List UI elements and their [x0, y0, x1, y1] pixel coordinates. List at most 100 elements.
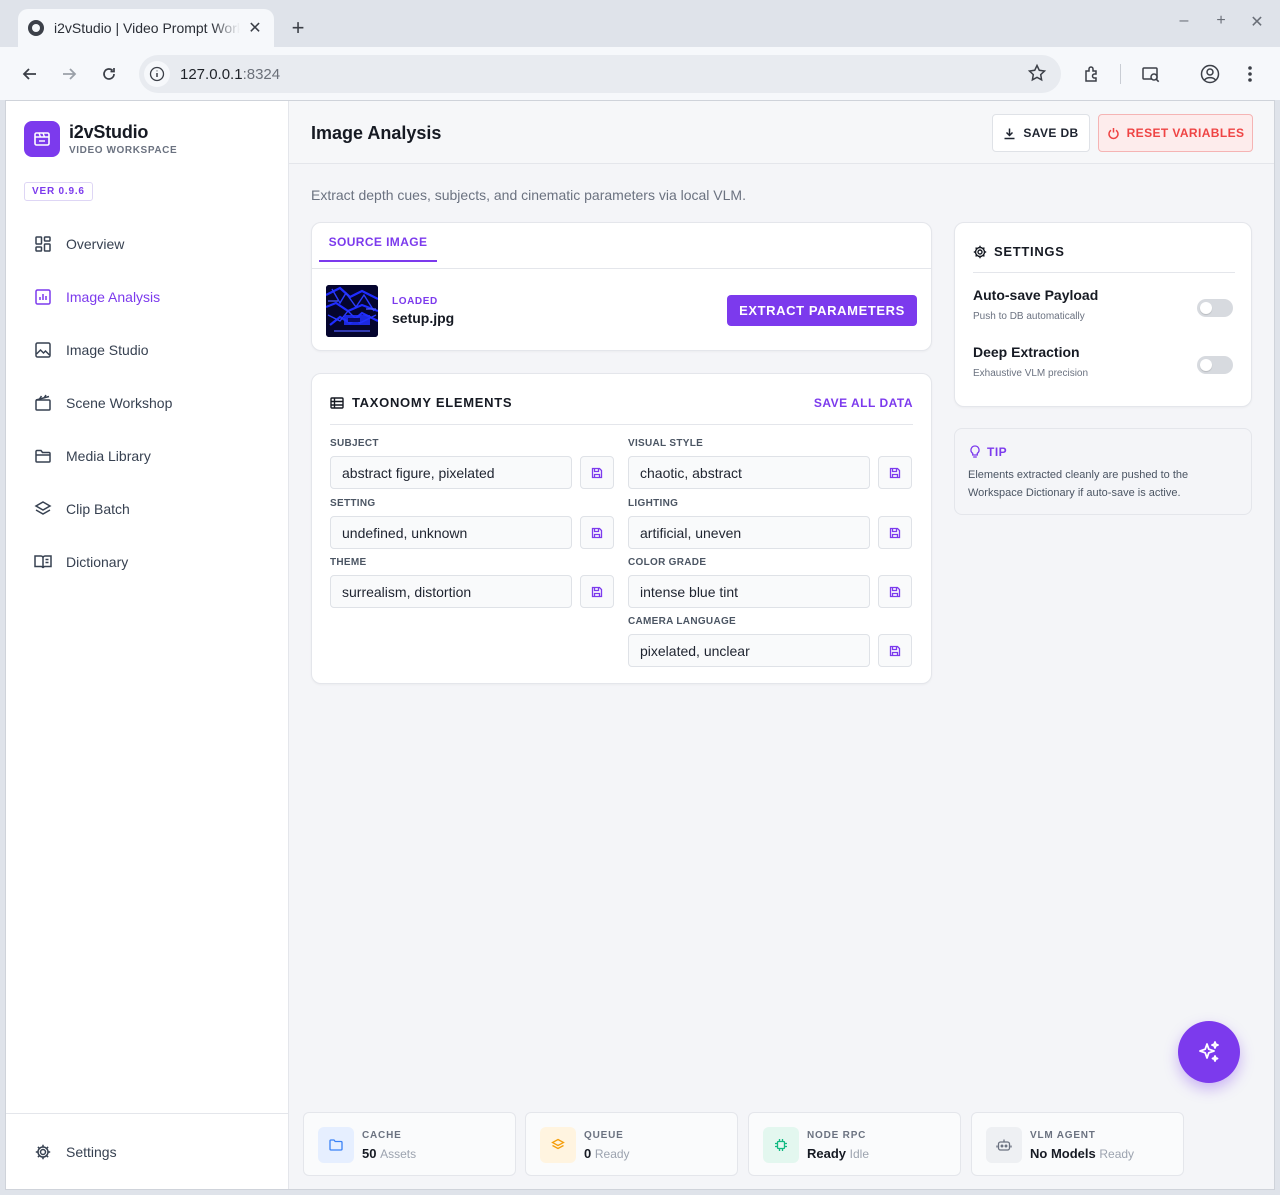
sidebar-nav: Overview Image Analysis Image Studio Sce…	[6, 217, 289, 588]
floppy-save-icon	[889, 586, 901, 597]
autosave-toggle[interactable]	[1197, 299, 1233, 317]
browser-tab[interactable]: i2vStudio | Video Prompt Workspace ✕	[18, 9, 274, 47]
theme-field: THEME	[330, 557, 615, 608]
tab-source-image[interactable]: SOURCE IMAGE	[319, 223, 437, 262]
tab-title: i2vStudio | Video Prompt Workspace	[54, 20, 240, 36]
extensions-icon[interactable]	[1078, 60, 1106, 88]
globe-icon	[28, 20, 44, 36]
profile-icon[interactable]	[1196, 60, 1224, 88]
address-bar[interactable]: 127.0.0.1:8324	[139, 55, 1061, 93]
save-field-button[interactable]	[878, 575, 912, 608]
browser-menu-icon[interactable]	[1236, 60, 1264, 88]
autosave-setting: Auto-save Payload Push to DB automatical…	[973, 287, 1235, 322]
save-field-button[interactable]	[878, 456, 912, 489]
reset-variables-button[interactable]: RESET VARIABLES	[1098, 114, 1253, 152]
color-grade-input[interactable]	[628, 575, 870, 608]
tab-close-icon[interactable]: ✕	[246, 18, 264, 38]
reload-icon	[103, 68, 115, 80]
back-arrow-icon	[22, 68, 36, 80]
folder-icon	[318, 1127, 354, 1163]
deep-extraction-setting: Deep Extraction Exhaustive VLM precision	[973, 344, 1235, 379]
visual-style-input[interactable]	[628, 456, 870, 489]
page-title: Image Analysis	[311, 123, 442, 143]
setting-name: Deep Extraction	[973, 344, 1080, 360]
forward-button[interactable]	[55, 60, 83, 88]
minimize-icon[interactable]: –	[1174, 12, 1194, 30]
sidebar-item-image-analysis[interactable]: Image Analysis	[6, 270, 289, 323]
sidebar-item-settings[interactable]: Settings	[6, 1114, 289, 1189]
gear-icon	[33, 1142, 53, 1162]
toolbar-divider	[1120, 64, 1121, 84]
window-close-icon[interactable]: ✕	[1247, 12, 1267, 32]
save-field-button[interactable]	[580, 456, 614, 489]
divider	[973, 272, 1235, 273]
divider	[312, 268, 931, 269]
save-field-button[interactable]	[878, 516, 912, 549]
chip-icon	[763, 1127, 799, 1163]
save-field-button[interactable]	[580, 575, 614, 608]
camera-language-input[interactable]	[628, 634, 870, 667]
visual-style-field: VISUAL STYLE	[628, 438, 913, 489]
lighting-input[interactable]	[628, 516, 870, 549]
folder-icon	[33, 446, 53, 466]
app-window: i2vStudio VIDEO WORKSPACE VER 0.9.6 Over…	[5, 100, 1275, 1190]
setting-input[interactable]	[330, 516, 572, 549]
back-button[interactable]	[16, 60, 44, 88]
reload-button[interactable]	[95, 60, 123, 88]
tab-search-icon[interactable]	[1137, 60, 1165, 88]
extract-parameters-button[interactable]: EXTRACT PARAMETERS	[727, 295, 917, 326]
source-thumbnail[interactable]	[326, 285, 378, 337]
divider	[330, 424, 913, 425]
status-node-rpc: NODE RPC Ready Idle	[748, 1112, 961, 1176]
source-status: LOADED	[392, 296, 438, 307]
sidebar-item-label: Overview	[66, 235, 125, 252]
tip-heading: TIP	[969, 445, 1007, 459]
sidebar-footer: Settings	[6, 1113, 289, 1189]
stack-icon	[540, 1127, 576, 1163]
save-field-button[interactable]	[580, 516, 614, 549]
settings-title: SETTINGS	[994, 244, 1065, 259]
main-content: Image Analysis SAVE DB RESET VARIABLES E…	[289, 101, 1274, 1189]
field-label: SETTING	[330, 498, 376, 509]
status-label: NODE RPC	[807, 1130, 867, 1141]
ai-sparkle-button[interactable]	[1178, 1021, 1240, 1083]
sidebar-item-clip-batch[interactable]: Clip Batch	[6, 482, 289, 535]
sidebar-item-scene-workshop[interactable]: Scene Workshop	[6, 376, 289, 429]
color-grade-field: COLOR GRADE	[628, 557, 913, 608]
save-field-button[interactable]	[878, 634, 912, 667]
status-label: QUEUE	[584, 1130, 624, 1141]
status-label: VLM AGENT	[1030, 1130, 1096, 1141]
sidebar-item-label: Image Studio	[66, 341, 149, 358]
chart-icon	[33, 287, 53, 307]
floppy-save-icon	[591, 586, 603, 597]
lightbulb-icon	[970, 445, 980, 458]
sidebar-item-media-library[interactable]: Media Library	[6, 429, 289, 482]
url-port: :8324	[242, 65, 281, 83]
subject-field: SUBJECT	[330, 438, 615, 489]
sidebar-item-image-studio[interactable]: Image Studio	[6, 323, 289, 376]
grid-icon	[33, 234, 53, 254]
floppy-save-icon	[591, 467, 603, 478]
maximize-icon[interactable]: +	[1211, 12, 1231, 30]
field-label: SUBJECT	[330, 438, 379, 449]
site-info-icon[interactable]	[144, 61, 170, 87]
theme-input[interactable]	[330, 575, 572, 608]
deep-extraction-toggle[interactable]	[1197, 356, 1233, 374]
tip-card: TIP Elements extracted cleanly are pushe…	[954, 428, 1252, 515]
status-vlm-agent: VLM AGENT No Models Ready	[971, 1112, 1184, 1176]
field-label: LIGHTING	[628, 498, 679, 509]
save-db-button[interactable]: SAVE DB	[992, 114, 1090, 152]
brand[interactable]: i2vStudio VIDEO WORKSPACE	[24, 121, 177, 157]
save-db-label: SAVE DB	[1023, 126, 1079, 140]
bookmark-star-icon[interactable]	[1027, 63, 1047, 88]
sidebar-item-label: Media Library	[66, 447, 151, 464]
browser-chrome: i2vStudio | Video Prompt Workspace ✕ + –…	[0, 0, 1280, 100]
save-all-data-button[interactable]: SAVE ALL DATA	[814, 396, 913, 410]
status-value: 0 Ready	[584, 1146, 630, 1161]
sidebar-item-dictionary[interactable]: Dictionary	[6, 535, 289, 588]
sidebar-item-overview[interactable]: Overview	[6, 217, 289, 270]
setting-description: Push to DB automatically	[973, 311, 1085, 322]
sidebar: i2vStudio VIDEO WORKSPACE VER 0.9.6 Over…	[6, 101, 289, 1189]
subject-input[interactable]	[330, 456, 572, 489]
new-tab-button[interactable]: +	[286, 14, 310, 42]
